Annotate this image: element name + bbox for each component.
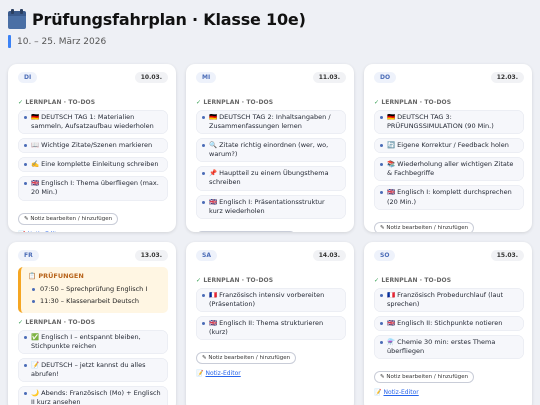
note-editor-link[interactable]: 📝Notiz-Editor bbox=[364, 383, 532, 396]
day-label: FR bbox=[18, 250, 39, 261]
calendar-icon bbox=[8, 8, 26, 29]
exam-item: 11:30 – Klassenarbeit Deutsch bbox=[28, 295, 161, 307]
todo-item[interactable]: 🇬🇧 Englisch I: Thema überfliegen (max. 2… bbox=[18, 176, 168, 201]
todo-item[interactable]: 📝 DEUTSCH – jetzt kannst du alles abrufe… bbox=[18, 358, 168, 383]
todo-item[interactable]: ✍️ Eine komplette Einleitung schreiben bbox=[18, 157, 168, 173]
edit-note-button[interactable]: ✎ Notiz bearbeiten / hinzufügen bbox=[196, 230, 297, 232]
day-card-fr: FR 13.03. 📋 PRÜFUNGEN 07:50 – Sprechprüf… bbox=[8, 242, 176, 405]
page-title: Prüfungsfahrplan · Klasse 10e) bbox=[32, 10, 306, 29]
todo-item[interactable]: 🇬🇧 Englisch I: Präsentationsstruktur kur… bbox=[196, 194, 346, 219]
date-label: 12.03. bbox=[490, 72, 524, 83]
todo-item[interactable]: ⚗️ Chemie 30 min: erstes Thema überflieg… bbox=[374, 335, 524, 360]
exam-box: 📋 PRÜFUNGEN 07:50 – Sprechprüfung Englis… bbox=[18, 267, 168, 313]
day-label: SO bbox=[374, 250, 396, 261]
date-label: 15.03. bbox=[490, 250, 524, 261]
day-label: DO bbox=[374, 72, 397, 83]
section-label: ✓ LERNPLAN · TO-DOS bbox=[196, 99, 274, 106]
section-label: ✓ LERNPLAN · TO-DOS bbox=[374, 277, 452, 284]
section-label: ✓ LERNPLAN · TO-DOS bbox=[18, 319, 96, 326]
page-header: Prüfungsfahrplan · Klasse 10e) 10. – 25.… bbox=[8, 8, 532, 48]
check-icon: ✓ bbox=[196, 99, 202, 106]
todo-item[interactable]: 📌 Hauptteil zu einem Übungsthema schreib… bbox=[196, 166, 346, 191]
page-subtitle: 10. – 25. März 2026 bbox=[17, 36, 107, 47]
todo-item[interactable]: 🌙 Abends: Französisch (Mo) + Englisch II… bbox=[18, 386, 168, 405]
todo-item[interactable]: 🇫🇷 Französisch Probedurchlauf (laut spre… bbox=[374, 288, 524, 313]
day-card-sa: SA 14.03. ✓ LERNPLAN · TO-DOS 🇫🇷 Französ… bbox=[186, 242, 354, 405]
day-label: DI bbox=[18, 72, 38, 83]
day-label: MI bbox=[196, 72, 217, 83]
day-card-do: DO 12.03. ✓ LERNPLAN · TO-DOS 🇩🇪 DEUTSCH… bbox=[364, 64, 532, 232]
todo-item[interactable]: 🇬🇧 Englisch II: Stichpunkte notieren bbox=[374, 316, 524, 332]
note-editor-link[interactable]: 📝Notiz-Editor bbox=[186, 364, 354, 377]
todo-item[interactable]: 🔄 Eigene Korrektur / Feedback holen bbox=[374, 138, 524, 154]
edit-note-button[interactable]: ✎ Notiz bearbeiten / hinzufügen bbox=[196, 352, 297, 365]
subtitle-accent-bar bbox=[8, 35, 11, 48]
note-editor-link[interactable]: 📝Notiz-Editor bbox=[8, 225, 176, 232]
todo-item[interactable]: 📖 Wichtige Zitate/Szenen markieren bbox=[18, 138, 168, 154]
todo-item[interactable]: ✅ Englisch I – entspannt bleiben, Stichp… bbox=[18, 330, 168, 355]
edit-note-button[interactable]: ✎ Notiz bearbeiten / hinzufügen bbox=[374, 221, 475, 232]
exam-item: 07:50 – Sprechprüfung Englisch I bbox=[28, 283, 161, 295]
date-label: 13.03. bbox=[134, 250, 168, 261]
day-card-mi: MI 11.03. ✓ LERNPLAN · TO-DOS 🇩🇪 DEUTSCH… bbox=[186, 64, 354, 232]
section-label: ✓ LERNPLAN · TO-DOS bbox=[196, 277, 274, 284]
day-card-so: SO 15.03. ✓ LERNPLAN · TO-DOS 🇫🇷 Französ… bbox=[364, 242, 532, 405]
edit-note-button[interactable]: ✎ Notiz bearbeiten / hinzufügen bbox=[374, 371, 475, 384]
date-label: 14.03. bbox=[312, 250, 346, 261]
check-icon: ✓ bbox=[374, 277, 380, 284]
todo-item[interactable]: 🇩🇪 DEUTSCH TAG 3: PRÜFUNGSSIMULATION (90… bbox=[374, 110, 524, 135]
exam-title: 📋 PRÜFUNGEN bbox=[28, 272, 84, 280]
todo-item[interactable]: 🇩🇪 DEUTSCH TAG 1: Materialien sammeln, A… bbox=[18, 110, 168, 135]
todo-item[interactable]: 🔍 Zitate richtig einordnen (wer, wo, war… bbox=[196, 138, 346, 163]
section-label: ✓ LERNPLAN · TO-DOS bbox=[18, 99, 96, 106]
day-label: SA bbox=[196, 250, 217, 261]
check-icon: ✓ bbox=[196, 277, 202, 284]
date-label: 10.03. bbox=[134, 72, 168, 83]
check-icon: ✓ bbox=[374, 99, 380, 106]
day-card-di: DI 10.03. ✓ LERNPLAN · TO-DOS 🇩🇪 DEUTSCH… bbox=[8, 64, 176, 232]
edit-note-button[interactable]: ✎ Notiz bearbeiten / hinzufügen bbox=[18, 212, 119, 225]
todo-item[interactable]: 📚 Wiederholung aller wichtigen Zitate & … bbox=[374, 157, 524, 182]
todo-item[interactable]: 🇬🇧 Englisch I: komplett durchsprechen (2… bbox=[374, 185, 524, 210]
todo-item[interactable]: 🇫🇷 Französisch intensiv vorbereiten (Prä… bbox=[196, 288, 346, 313]
check-icon: ✓ bbox=[18, 99, 24, 106]
date-label: 11.03. bbox=[312, 72, 346, 83]
check-icon: ✓ bbox=[18, 319, 24, 326]
section-label: ✓ LERNPLAN · TO-DOS bbox=[374, 99, 452, 106]
memo-icon: 📝 bbox=[196, 370, 204, 378]
memo-icon: 📝 bbox=[18, 231, 25, 232]
todo-item[interactable]: 🇬🇧 Englisch II: Thema strukturieren (kur… bbox=[196, 316, 346, 341]
todo-item[interactable]: 🇩🇪 DEUTSCH TAG 2: Inhaltsangaben / Zusam… bbox=[196, 110, 346, 135]
memo-icon: 📝 bbox=[374, 389, 382, 397]
